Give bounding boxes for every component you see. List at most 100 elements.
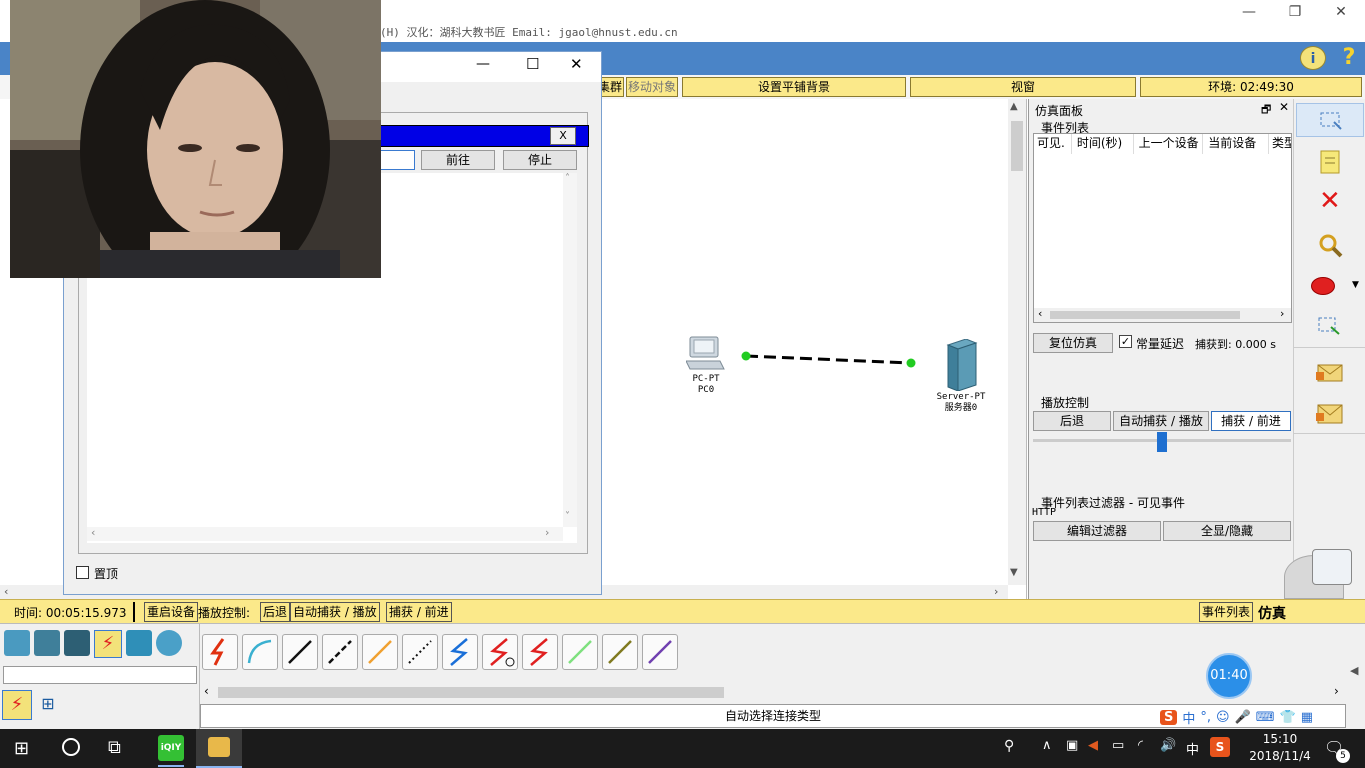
battery-icon[interactable]: ▭ [1112, 738, 1124, 753]
constant-delay-checkbox[interactable]: ✓ [1119, 335, 1132, 348]
restore-button[interactable]: ❐ [1272, 2, 1318, 22]
serial-dte-cable-icon[interactable] [522, 634, 558, 670]
serial-dce-cable-icon[interactable] [482, 634, 518, 670]
panel-close-icon[interactable]: ✕ [1279, 100, 1289, 114]
scroll-right-arrow-icon[interactable]: › [545, 526, 549, 539]
close-button[interactable]: ✕ [1318, 2, 1364, 22]
col-time[interactable]: 时间(秒) [1072, 134, 1134, 154]
help-icon[interactable]: ? [1336, 46, 1362, 70]
simulation-mode-label[interactable]: 仿真 [1258, 603, 1286, 623]
tray-media-icon[interactable]: ◀ [1088, 738, 1098, 753]
scroll-right-arrow-icon[interactable]: › [1280, 307, 1284, 320]
scroll-thumb[interactable] [218, 687, 724, 698]
environment-time[interactable]: 环境: 02:49:30 [1140, 77, 1362, 97]
edit-filter-button[interactable]: 编辑过滤器 [1033, 521, 1161, 541]
status-forward-button[interactable]: 捕获 / 前进 [386, 602, 452, 622]
col-current-device[interactable]: 当前设备 [1203, 134, 1269, 154]
octal-cable-icon[interactable] [562, 634, 598, 670]
reset-simulation-button[interactable]: 复位仿真 [1033, 333, 1113, 353]
auto-cable-icon[interactable] [202, 634, 238, 670]
scroll-left-arrow-icon[interactable]: ‹ [204, 684, 209, 698]
end-devices-category-icon[interactable] [34, 630, 60, 656]
tray-input-lang[interactable]: 中 [1186, 739, 1199, 758]
event-list-hscroll[interactable]: ‹ › [1034, 307, 1291, 322]
collapse-arrow-icon[interactable]: ◀ [1350, 664, 1358, 677]
status-auto-play-button[interactable]: 自动捕获 / 播放 [290, 602, 380, 622]
scroll-right-arrow-icon[interactable]: › [994, 585, 998, 598]
col-visible[interactable]: 可见. [1034, 134, 1072, 154]
skin-icon[interactable]: 👕 [1280, 710, 1296, 725]
straight-through-cable-icon[interactable] [282, 634, 318, 670]
server-device[interactable] [942, 338, 978, 392]
browser-close-button[interactable]: X [550, 127, 576, 145]
ime-lang-toggle[interactable]: 中 [1182, 708, 1195, 727]
windows-start-icon[interactable]: ⊞ [14, 738, 29, 759]
scroll-down-arrow-icon[interactable]: ˅ [565, 511, 570, 522]
task-view-icon[interactable]: ⧉ [108, 737, 121, 758]
wan-emulation-category-icon[interactable] [156, 630, 182, 656]
simulation-mode-stopwatch-icon[interactable] [1312, 549, 1352, 585]
move-object-button[interactable]: 移动对象 [626, 77, 678, 97]
viewport-button[interactable]: 视窗 [910, 77, 1136, 97]
back-button[interactable]: 后退 [1033, 411, 1111, 431]
scroll-right-arrow-icon[interactable]: › [1334, 684, 1339, 698]
wireless-category-icon[interactable] [126, 630, 152, 656]
keyboard-icon[interactable]: ⌨ [1256, 710, 1275, 725]
undock-icon[interactable]: 🗗 [1261, 101, 1271, 120]
note-icon[interactable] [1319, 149, 1341, 175]
scroll-down-arrow-icon[interactable]: ▼ [1010, 567, 1018, 578]
wifi-icon[interactable]: ◜ [1138, 738, 1143, 753]
device-bar-hscroll[interactable]: ‹ › [200, 684, 1346, 700]
add-complex-pdu-icon[interactable] [1316, 401, 1344, 425]
grid-view-icon[interactable]: ⊞ [38, 694, 58, 714]
console-cable-icon[interactable] [242, 634, 278, 670]
phone-cable-icon[interactable] [402, 634, 438, 670]
device-search-field[interactable] [3, 666, 197, 684]
capture-forward-button[interactable]: 捕获 / 前进 [1211, 411, 1291, 431]
dialog-minimize-button[interactable]: — [476, 56, 490, 72]
info-icon[interactable]: i [1300, 46, 1326, 70]
set-tile-background-button[interactable]: 设置平铺背景 [682, 77, 906, 97]
usb-cable-icon[interactable] [642, 634, 678, 670]
col-type[interactable]: 类型 [1269, 134, 1291, 154]
browser-vscroll[interactable]: ˄ ˅ [563, 173, 577, 527]
auto-capture-play-button[interactable]: 自动捕获 / 播放 [1113, 411, 1209, 431]
packet-tracer-taskbar-button[interactable] [196, 729, 242, 768]
routers-category-icon[interactable] [4, 630, 30, 656]
restart-devices-button[interactable]: 重启设备 [144, 602, 199, 622]
dropdown-arrow-icon[interactable]: ▼ [1352, 280, 1359, 290]
scroll-left-arrow-icon[interactable]: ‹ [91, 526, 95, 539]
people-icon[interactable]: ⚲ [1004, 738, 1014, 754]
search-icon[interactable] [62, 738, 80, 756]
browser-hscroll[interactable]: ‹ › [87, 526, 563, 541]
taskbar-clock[interactable]: 15:10 2018/11/4 [1240, 731, 1320, 765]
add-simple-pdu-icon[interactable] [1316, 361, 1344, 383]
coaxial-cable-icon[interactable] [442, 634, 478, 670]
delete-icon[interactable]: ✕ [1319, 187, 1341, 215]
scroll-up-arrow-icon[interactable]: ▲ [1010, 101, 1018, 112]
go-button[interactable]: 前往 [421, 150, 495, 170]
minimize-button[interactable]: — [1226, 2, 1272, 22]
iqiyi-app-icon[interactable]: iQIY [158, 735, 184, 761]
pc-device[interactable] [685, 335, 726, 373]
sogou-tray-icon[interactable]: S [1210, 737, 1230, 757]
ime-menu-icon[interactable]: ▦ [1301, 710, 1313, 725]
event-list-table[interactable]: 可见. 时间(秒) 上一个设备 当前设备 类型 ‹ › [1033, 133, 1292, 323]
connections-category-icon[interactable]: ⚡ [94, 630, 122, 658]
event-list-toggle-button[interactable]: 事件列表 [1199, 602, 1254, 622]
stop-button[interactable]: 停止 [503, 150, 577, 170]
ime-punct-toggle[interactable]: °, [1200, 710, 1211, 725]
resize-shape-icon[interactable] [1317, 315, 1343, 337]
select-tool[interactable] [1296, 103, 1364, 137]
scroll-thumb[interactable] [1050, 311, 1240, 319]
recording-timer-badge[interactable]: 01:40 [1206, 653, 1252, 699]
show-all-hide-button[interactable]: 全显/隐藏 [1163, 521, 1291, 541]
fiber-cable-icon[interactable] [362, 634, 398, 670]
tray-app-icon[interactable]: ▣ [1066, 738, 1078, 753]
switches-category-icon[interactable] [64, 630, 90, 656]
volume-icon[interactable]: 🔊 [1160, 738, 1176, 753]
scroll-thumb[interactable] [1011, 121, 1023, 171]
draw-ellipse-icon[interactable] [1311, 277, 1335, 295]
play-speed-slider-thumb[interactable] [1157, 432, 1167, 452]
crossover-cable-icon[interactable] [322, 634, 358, 670]
